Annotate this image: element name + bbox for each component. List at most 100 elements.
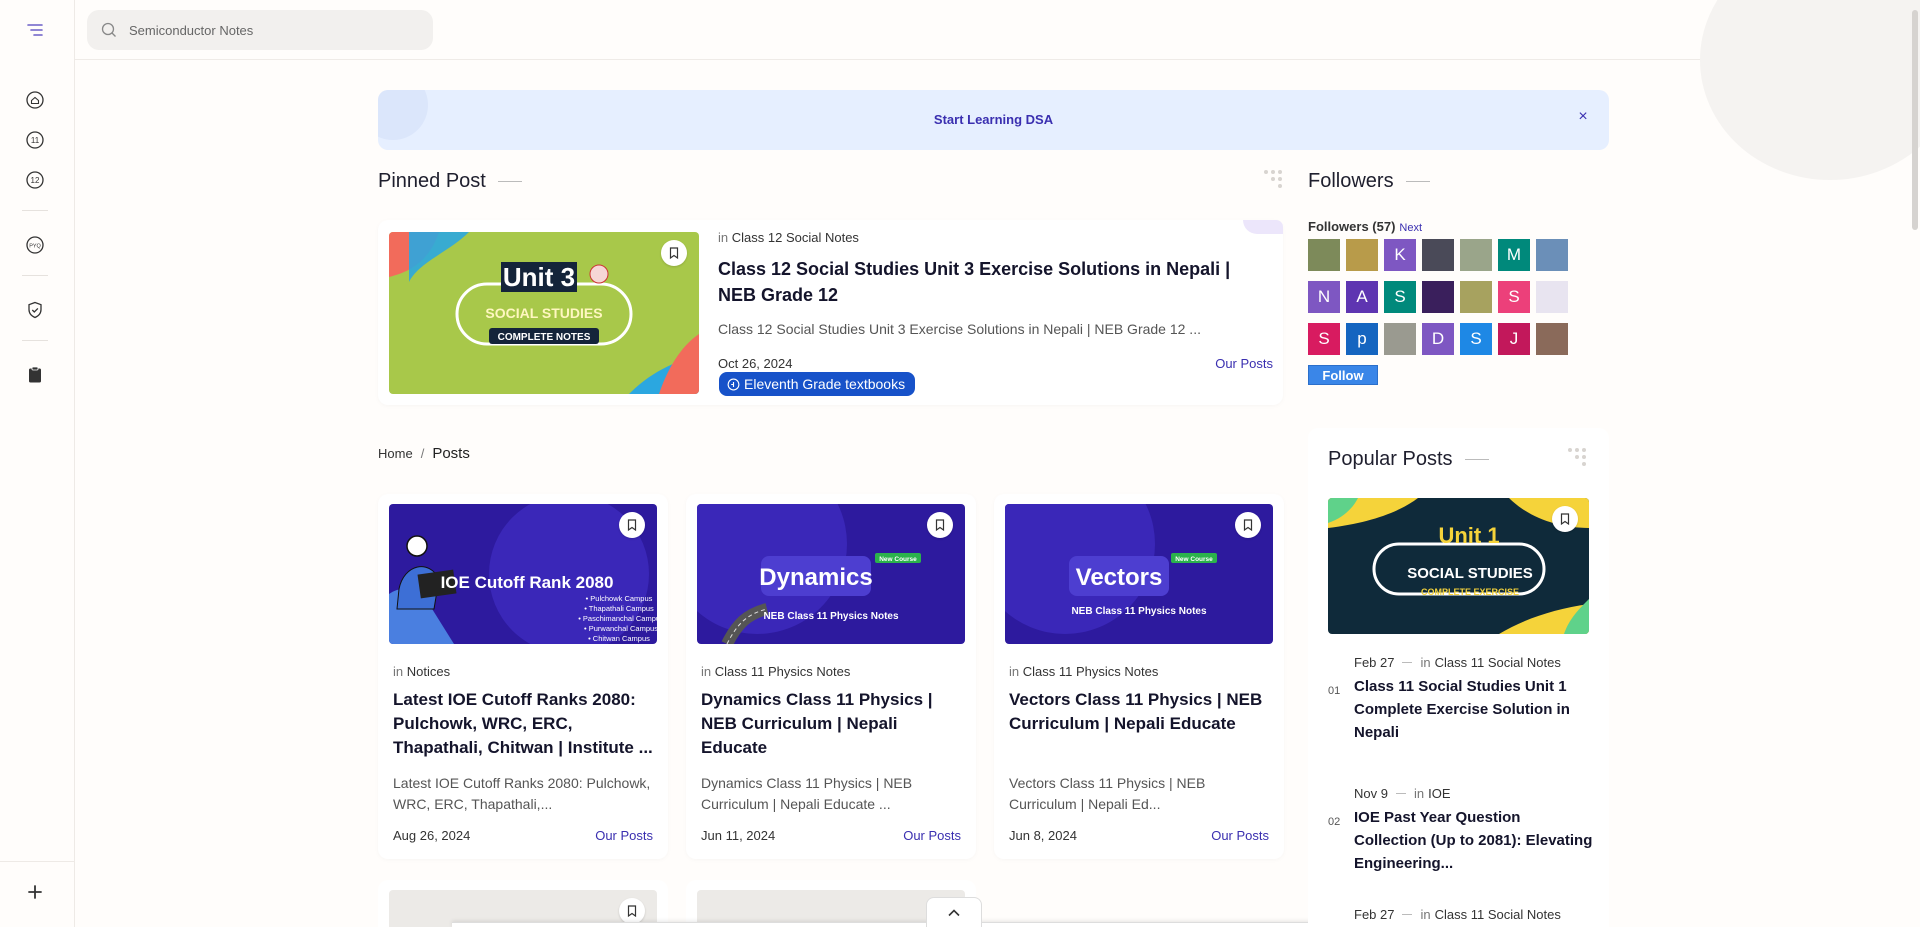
- bookmark-button[interactable]: [1235, 512, 1261, 538]
- follower-avatar[interactable]: S: [1308, 323, 1340, 355]
- our-posts-link[interactable]: Our Posts: [595, 828, 653, 843]
- post-thumbnail[interactable]: Dynamics New Course NEB Class 11 Physics…: [697, 504, 965, 644]
- section-title-pinned: Pinned Post: [378, 170, 522, 193]
- bookmark-icon: [669, 247, 679, 260]
- post-title[interactable]: Vectors Class 11 Physics | NEB Curriculu…: [1009, 688, 1269, 736]
- popular-post-thumbnail[interactable]: Unit 1 SOCIAL STUDIES COMPLETE EXERCISE: [1328, 498, 1589, 634]
- our-posts-link[interactable]: Our Posts: [903, 828, 961, 843]
- post-category: in Notices: [393, 664, 451, 679]
- banner-link[interactable]: Start Learning DSA: [378, 112, 1609, 127]
- post-thumbnail[interactable]: Vectors New Course NEB Class 11 Physics …: [1005, 504, 1273, 644]
- bookmark-button[interactable]: [927, 512, 953, 538]
- breadcrumb-current: Posts: [432, 445, 470, 462]
- category-link[interactable]: Class 11 Physics Notes: [715, 664, 851, 679]
- post-thumbnail[interactable]: IOE Cutoff Rank 2080 • Pulchowk Campus •…: [389, 504, 657, 644]
- post-title[interactable]: Class 12 Social Studies Unit 3 Exercise …: [718, 256, 1263, 308]
- pinned-post-thumbnail[interactable]: Unit 3 SOCIAL STUDIES COMPLETE NOTES: [389, 232, 699, 394]
- drag-handle-icon[interactable]: [1264, 170, 1284, 190]
- bookmark-button[interactable]: [1552, 506, 1578, 532]
- follower-photo-avatar[interactable]: [1422, 281, 1454, 313]
- bookmark-button[interactable]: [619, 512, 645, 538]
- follower-avatar[interactable]: S: [1384, 281, 1416, 313]
- menu-toggle-icon[interactable]: [22, 17, 48, 43]
- followers-grid: KMNASSSpDSJ: [1308, 239, 1568, 355]
- thumb-subtitle: NEB Class 11 Physics Notes: [763, 611, 899, 622]
- follower-avatar[interactable]: S: [1460, 323, 1492, 355]
- close-icon[interactable]: ×: [1575, 109, 1591, 125]
- follower-photo-avatar[interactable]: [1460, 281, 1492, 313]
- follower-avatar[interactable]: p: [1346, 323, 1378, 355]
- popular-post-title[interactable]: Class 11 Social Studies Unit 1 Complete …: [1354, 675, 1594, 744]
- follower-photo-avatar[interactable]: [1346, 239, 1378, 271]
- search-input[interactable]: [129, 22, 409, 38]
- chevron-up-icon: [948, 908, 960, 916]
- follower-photo-avatar[interactable]: [1308, 239, 1340, 271]
- sidebar-divider: [22, 210, 48, 211]
- post-category: in Class 11 Physics Notes: [1009, 664, 1159, 679]
- popular-section-title: Popular Posts: [1328, 448, 1453, 470]
- post-title[interactable]: Latest IOE Cutoff Ranks 2080: Pulchowk, …: [393, 688, 653, 760]
- post-snippet: Vectors Class 11 Physics | NEB Curriculu…: [1009, 775, 1206, 812]
- class-11-icon[interactable]: 11: [22, 127, 48, 153]
- scroll-top-button[interactable]: [926, 897, 982, 927]
- category-badge[interactable]: Eleventh Grade textbooks: [719, 372, 916, 396]
- follower-avatar[interactable]: S: [1498, 281, 1530, 313]
- scrollbar[interactable]: [1910, 0, 1920, 927]
- popular-post-meta: Nov 9 in IOE: [1354, 786, 1451, 801]
- post-card: [378, 880, 668, 927]
- search-box[interactable]: [87, 10, 433, 50]
- svg-text:• Purwanchal Campus: • Purwanchal Campus: [584, 624, 657, 633]
- bookmark-icon: [1560, 513, 1570, 526]
- add-icon[interactable]: [22, 879, 48, 905]
- follower-photo-avatar[interactable]: [1384, 323, 1416, 355]
- popular-post-item: Feb 27 in Class 11 Social Notes 01 Class 1…: [1328, 655, 1598, 755]
- category-link[interactable]: Class 11 Social Notes: [1435, 655, 1561, 670]
- bookmark-button[interactable]: [619, 898, 645, 924]
- post-card: IOE Cutoff Rank 2080 • Pulchowk Campus •…: [378, 494, 668, 859]
- svg-text:• Paschimanchal Campus: • Paschimanchal Campus: [578, 614, 657, 623]
- follower-avatar[interactable]: A: [1346, 281, 1378, 313]
- follower-photo-avatar[interactable]: [1536, 323, 1568, 355]
- followers-next-link[interactable]: Next: [1399, 222, 1422, 234]
- popular-post-title[interactable]: IOE Past Year Question Collection (Up to…: [1354, 806, 1594, 875]
- pyq-icon[interactable]: PYQ: [22, 232, 48, 258]
- section-title-followers: Followers: [1308, 170, 1430, 193]
- popular-post-item: Nov 9 in IOE 02 IOE Past Year Question Col…: [1328, 786, 1598, 886]
- breadcrumb-home[interactable]: Home: [378, 446, 413, 461]
- follower-photo-avatar[interactable]: [1460, 239, 1492, 271]
- follower-photo-avatar[interactable]: [1536, 239, 1568, 271]
- our-posts-link[interactable]: Our Posts: [1215, 356, 1273, 371]
- scrollbar-thumb[interactable]: [1912, 10, 1918, 230]
- follower-photo-avatar[interactable]: [1422, 239, 1454, 271]
- follower-avatar[interactable]: K: [1384, 239, 1416, 271]
- follow-button[interactable]: Follow: [1308, 365, 1378, 385]
- drag-handle-icon[interactable]: [1568, 448, 1588, 468]
- bookmark-button[interactable]: [661, 240, 687, 266]
- sidebar-divider: [22, 275, 48, 276]
- our-posts-link[interactable]: Our Posts: [1211, 828, 1269, 843]
- class-11-label: 11: [31, 136, 40, 145]
- section-title-popular: Popular Posts: [1328, 448, 1489, 471]
- follower-avatar[interactable]: N: [1308, 281, 1340, 313]
- home-icon[interactable]: [22, 87, 48, 113]
- post-title[interactable]: Dynamics Class 11 Physics | NEB Curricul…: [701, 688, 961, 760]
- thumb-tag: New Course: [1175, 556, 1213, 563]
- thumb-title: Unit 1: [1438, 523, 1499, 548]
- clipboard-icon[interactable]: [22, 362, 48, 388]
- svg-text:• Pulchowk Campus: • Pulchowk Campus: [586, 594, 653, 603]
- category-link[interactable]: Class 12 Social Notes: [732, 230, 859, 245]
- post-date: Jun 11, 2024: [701, 828, 776, 843]
- category-link[interactable]: Class 11 Physics Notes: [1023, 664, 1159, 679]
- class-12-icon[interactable]: 12: [22, 167, 48, 193]
- shield-icon[interactable]: [22, 297, 48, 323]
- follower-avatar[interactable]: J: [1498, 323, 1530, 355]
- category-link[interactable]: Class 11 Social Notes: [1435, 907, 1561, 922]
- bookmark-icon: [627, 519, 637, 532]
- category-link[interactable]: Notices: [407, 664, 450, 679]
- category-link[interactable]: IOE: [1428, 786, 1450, 801]
- follower-photo-avatar[interactable]: [1536, 281, 1568, 313]
- top-header: A: [75, 0, 1920, 60]
- popular-posts-widget: Popular Posts Unit 1 SOCIAL STUDIES COMP…: [1308, 428, 1609, 927]
- follower-avatar[interactable]: D: [1422, 323, 1454, 355]
- follower-avatar[interactable]: M: [1498, 239, 1530, 271]
